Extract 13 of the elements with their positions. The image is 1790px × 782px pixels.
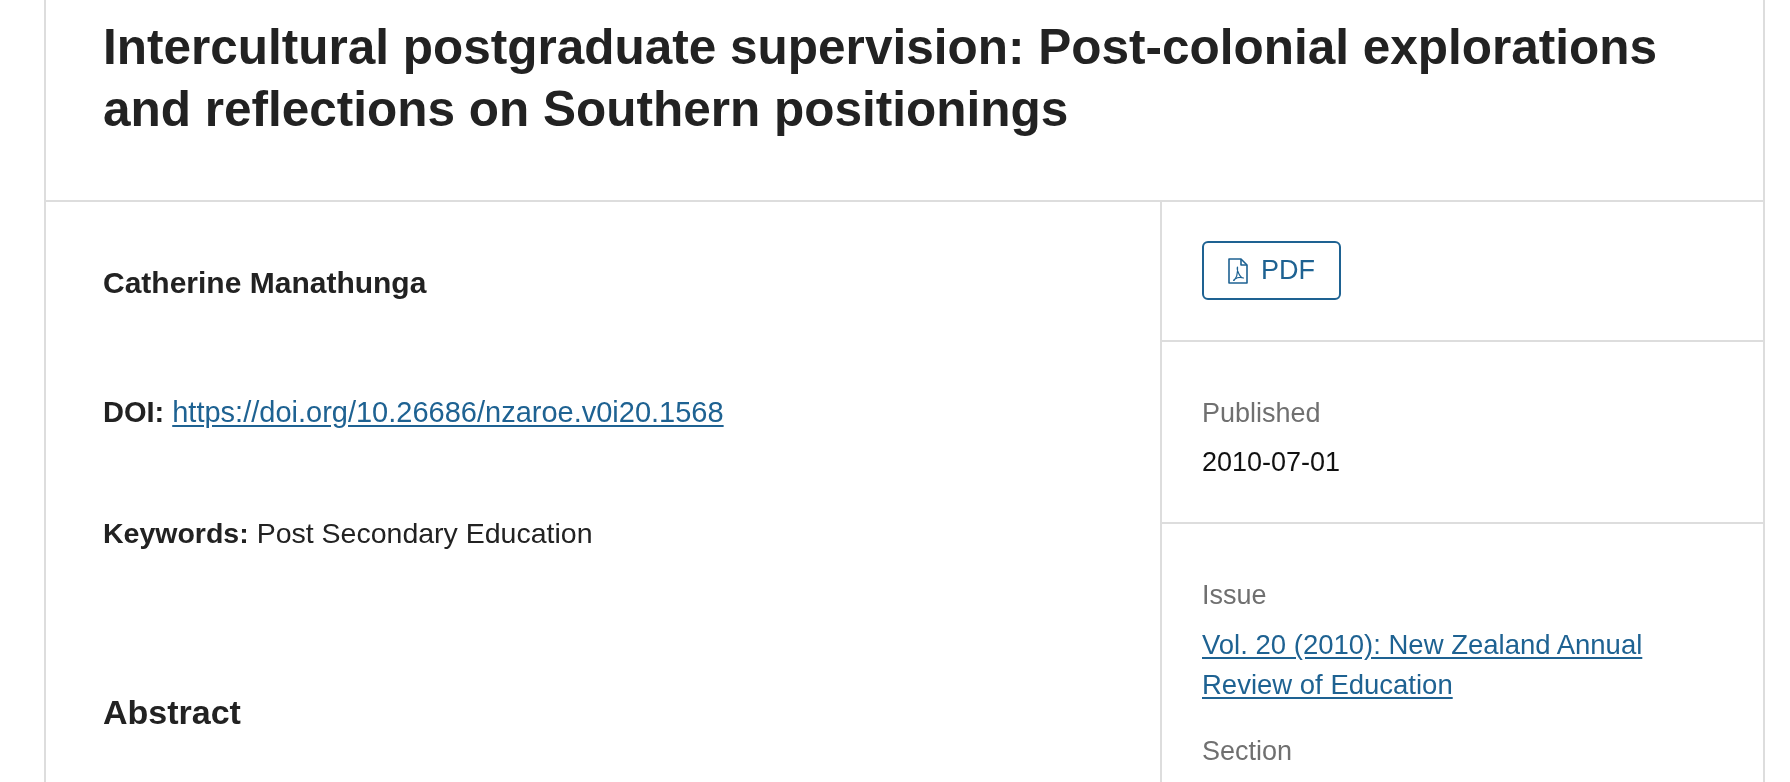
article-title: Intercultural postgraduate supervision: Post-colonial explorations and reflections on Southern positionings xyxy=(103,18,1658,138)
sidebar-label: Section xyxy=(1202,735,1293,768)
sidebar-label: Issue xyxy=(1202,579,1267,612)
issue-link[interactable]: Vol. 20 (2010): New Zealand Annual Review of Education xyxy=(1202,625,1723,705)
author-name: Catherine Manathunga xyxy=(103,265,427,301)
abstract-heading: Abstract xyxy=(103,692,241,733)
pdf-button[interactable]: PDF xyxy=(1202,241,1341,300)
sidebar-label: Published xyxy=(1202,397,1321,430)
pdf-document-icon xyxy=(1228,257,1248,284)
sidebar-value: 2010-07-01 xyxy=(1202,446,1341,479)
doi-link[interactable]: https://doi.org/10.26686/nzaroe.v0i20.1568 xyxy=(172,392,724,432)
keywords-text: Keywords: Post Secondary Education xyxy=(103,516,593,551)
doi-label: DOI: xyxy=(103,395,165,430)
